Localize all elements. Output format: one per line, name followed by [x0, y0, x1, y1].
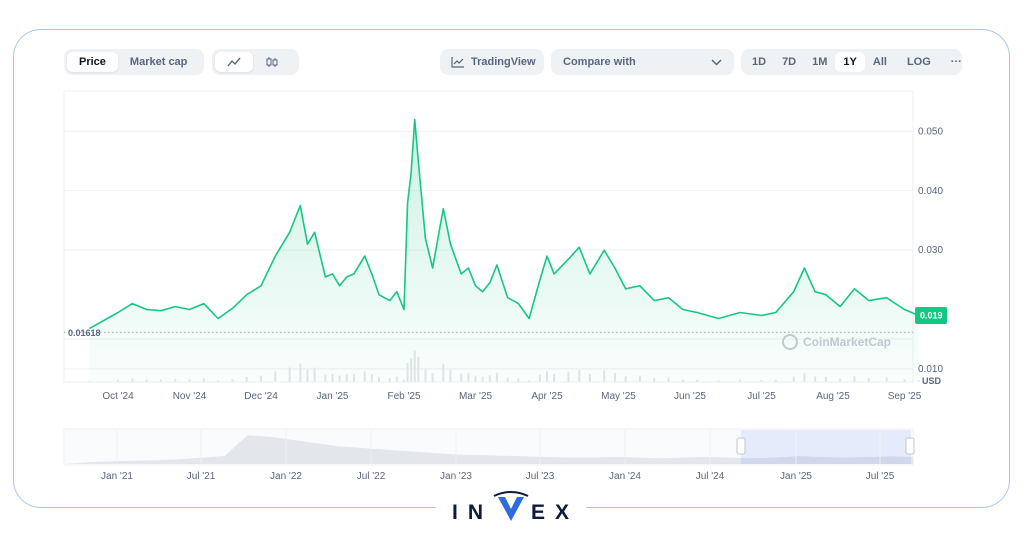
invex-logo-mark: IN EX [136, 491, 586, 526]
y-tick-label: 0.040 [918, 186, 943, 197]
navigator-tick-label: Jul '22 [357, 471, 386, 482]
navigator-tick-label: Jan '23 [440, 471, 472, 482]
x-tick-label: Jul '25 [747, 391, 776, 402]
y-tick-label: 0.030 [918, 245, 943, 256]
watermark-text: CoinMarketCap [803, 335, 891, 349]
navigator-tick-label: Jul '25 [866, 471, 895, 482]
x-tick-label: Mar '25 [459, 391, 492, 402]
svg-text:IN: IN [452, 501, 493, 524]
x-tick-label: Dec '24 [244, 391, 278, 402]
x-tick-label: Sep '25 [888, 391, 922, 402]
x-tick-label: Apr '25 [531, 391, 563, 402]
x-tick-label: Jan '25 [317, 391, 349, 402]
y-tick-label: 0.010 [918, 364, 943, 375]
navigator-tick-label: Jan '21 [101, 471, 133, 482]
navigator-right-handle[interactable] [905, 437, 915, 455]
x-tick-label: Oct '24 [102, 391, 134, 402]
price-chart: 0.01618 0.050 0.040 0.030 0.010 Oct '24 Nov … [63, 90, 947, 482]
navigator-left-handle[interactable] [736, 437, 746, 455]
current-price-label: 0.019 [920, 310, 943, 320]
navigator-tick-label: Jul '23 [526, 471, 555, 482]
currency-label: USD [922, 376, 942, 386]
x-tick-label: Nov '24 [173, 391, 207, 402]
navigator-tick-label: Jul '24 [696, 471, 725, 482]
navigator-tick-label: Jan '22 [270, 471, 302, 482]
x-tick-label: Jun '25 [674, 391, 706, 402]
price-area [89, 119, 919, 382]
navigator-tick-label: Jan '25 [780, 471, 812, 482]
invex-logo: IN EX [136, 488, 586, 528]
navigator-tick-label: Jul '21 [187, 471, 216, 482]
x-tick-label: Aug '25 [816, 391, 850, 402]
x-tick-label: Feb '25 [387, 391, 420, 402]
x-tick-label: May '25 [601, 391, 636, 402]
navigator-tick-label: Jan '24 [609, 471, 641, 482]
svg-text:EX: EX [531, 501, 579, 524]
range-navigator[interactable]: Jan '21 Jul '21 Jan '22 Jul '22 Jan '23 Jul '… [63, 428, 915, 482]
baseline-label: 0.01618 [68, 328, 101, 338]
y-tick-label: 0.050 [918, 126, 943, 137]
navigator-selection[interactable] [741, 430, 911, 464]
